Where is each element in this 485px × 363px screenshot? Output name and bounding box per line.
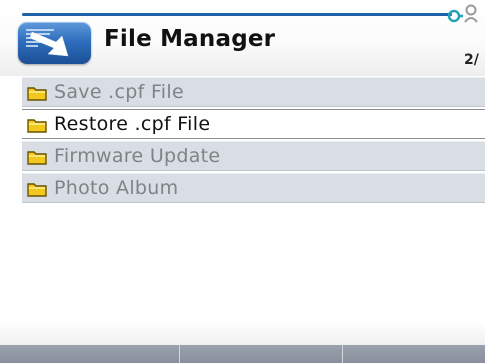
header: File Manager 2/ [0,0,485,76]
footer-gradient [0,322,485,345]
softkey-3[interactable] [343,345,485,363]
softkey-2[interactable] [180,345,343,363]
folder-icon [27,183,47,197]
list-item-firmware-update[interactable]: Firmware Update [22,141,485,171]
list-item-label: Restore .cpf File [54,113,211,135]
folder-icon [27,119,47,133]
softkey-bar [0,345,485,363]
header-accent-line [22,13,452,16]
list-item-photo-album[interactable]: Photo Album [22,173,485,203]
softkey-1[interactable] [0,345,180,363]
list-item-save-cpf-file[interactable]: Save .cpf File [22,77,485,107]
list-item-label: Save .cpf File [54,81,184,103]
folder-icon [27,87,47,101]
page-indicator: 2/ [464,52,479,68]
screen: File Manager 2/ Save .cpf File Restore .… [0,0,485,363]
list-item-label: Photo Album [54,177,179,199]
list-item-restore-cpf-file[interactable]: Restore .cpf File [22,109,485,139]
file-list: Save .cpf File Restore .cpf File Firmwar… [22,77,485,205]
file-manager-arrow-icon [18,22,91,64]
list-item-label: Firmware Update [54,145,221,167]
network-status-icon [447,2,485,28]
page-title: File Manager [104,26,276,52]
folder-icon [27,151,47,165]
